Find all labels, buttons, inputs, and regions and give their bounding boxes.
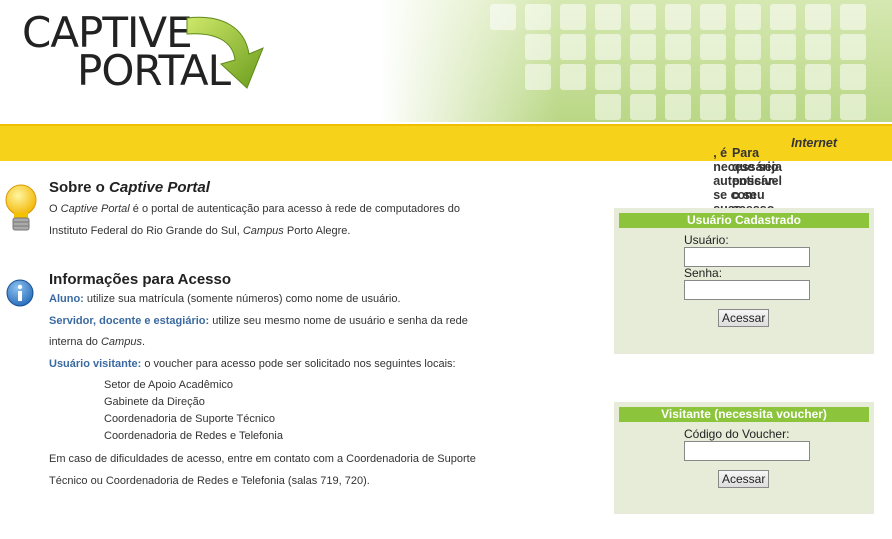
info-aluno: Aluno: utilize sua matrícula (somente nú… <box>49 293 401 305</box>
voucher-box-title: Visitante (necessita voucher) <box>619 407 869 422</box>
voucher-box: Visitante (necessita voucher) Código do … <box>614 402 874 514</box>
voucher-submit-button[interactable]: Acessar <box>718 470 770 488</box>
place-item: Setor de Apoio Acadêmico <box>104 379 234 391</box>
place-item: Gabinete da Direção <box>104 396 205 408</box>
password-input[interactable] <box>684 280 810 300</box>
login-box: Usuário Cadastrado Usuário: Senha: Acess… <box>614 208 874 354</box>
info-title: Informações para Acesso <box>49 271 232 288</box>
contact-line1: Em caso de dificuldades de acesso, entre… <box>49 453 476 465</box>
place-item: Coordenadoria de Suporte Técnico <box>104 413 276 425</box>
about-line1: O Captive Portal é o portal de autentica… <box>49 203 460 215</box>
login-box-title: Usuário Cadastrado <box>619 213 869 228</box>
info-visitante: Usuário visitante: o voucher para acesso… <box>49 358 456 370</box>
info-icon <box>6 279 34 307</box>
username-input[interactable] <box>684 247 810 267</box>
password-label: Senha: <box>684 266 723 280</box>
place-item: Coordenadoria de Redes e Telefonia <box>104 430 283 442</box>
login-submit-button[interactable]: Acessar <box>718 309 770 327</box>
lightbulb-icon <box>5 184 37 231</box>
contact-line2: Técnico ou Coordenadoria de Redes e Tele… <box>49 475 370 487</box>
info-servidor: Servidor, docente e estagiário: utilize … <box>49 315 468 327</box>
username-label: Usuário: <box>684 233 729 247</box>
header: CAPTIVE PORTAL <box>0 0 892 122</box>
info-servidor-2: interna do Campus. <box>49 336 146 348</box>
arrow-logo-icon <box>186 16 264 89</box>
voucher-places-list: Setor de Apoio Acadêmico Gabinete da Dir… <box>104 377 283 445</box>
header-pattern <box>380 0 892 122</box>
about-line2: Instituto Federal do Rio Grande do Sul, … <box>49 225 351 237</box>
notice-text: Para que seja possível o seu acesso à In… <box>713 136 837 272</box>
about-title: Sobre o Captive Portal <box>49 179 210 196</box>
notice-banner: Para que seja possível o seu acesso à In… <box>0 124 892 272</box>
voucher-code-label: Código do Voucher: <box>684 427 790 441</box>
voucher-code-input[interactable] <box>684 441 810 461</box>
